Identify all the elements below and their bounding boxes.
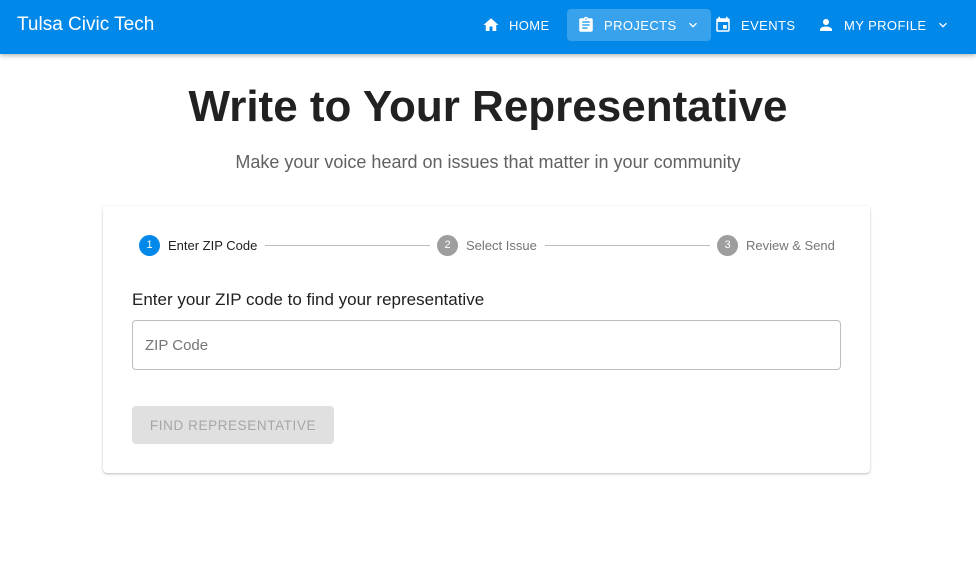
step-label: Review & Send bbox=[746, 237, 835, 253]
chevron-down-icon bbox=[935, 17, 951, 33]
home-icon bbox=[482, 16, 500, 34]
step-number: 1 bbox=[139, 234, 160, 256]
person-icon bbox=[817, 16, 835, 34]
step-connector bbox=[545, 245, 710, 246]
step-number: 3 bbox=[717, 234, 738, 256]
nav-profile-label: MY PROFILE bbox=[844, 17, 927, 33]
nav-projects-button[interactable]: PROJECTS bbox=[567, 9, 711, 41]
step-review-send: 3 Review & Send bbox=[717, 234, 835, 256]
calendar-icon bbox=[714, 16, 732, 34]
step-label: Enter ZIP Code bbox=[168, 237, 258, 253]
zip-field[interactable] bbox=[132, 320, 841, 370]
page-subtitle: Make your voice heard on issues that mat… bbox=[235, 152, 741, 172]
nav-home-label: HOME bbox=[509, 17, 550, 33]
page-title: Write to Your Representative bbox=[188, 82, 788, 131]
chevron-down-icon bbox=[685, 17, 701, 33]
nav-profile-button[interactable]: MY PROFILE bbox=[807, 9, 961, 41]
nav-events-button[interactable]: EVENTS bbox=[704, 9, 805, 41]
find-representative-button[interactable]: FIND REPRESENTATIVE bbox=[132, 406, 334, 444]
nav-projects-label: PROJECTS bbox=[604, 17, 677, 33]
letter-wizard-card: 1 Enter ZIP Code 2 Select Issue 3 Review… bbox=[103, 206, 870, 473]
step-number: 2 bbox=[437, 234, 458, 256]
zip-prompt: Enter your ZIP code to find your represe… bbox=[132, 290, 485, 309]
brand-title[interactable]: Tulsa Civic Tech bbox=[17, 13, 154, 37]
zip-input[interactable] bbox=[133, 321, 840, 369]
step-label: Select Issue bbox=[466, 237, 537, 253]
step-select-issue: 2 Select Issue bbox=[437, 234, 537, 256]
step-enter-zip: 1 Enter ZIP Code bbox=[139, 234, 257, 256]
app-bar: Tulsa Civic Tech HOME PROJECTS EVENTS MY… bbox=[0, 0, 976, 54]
clipboard-icon bbox=[577, 16, 595, 34]
step-connector bbox=[265, 245, 430, 246]
nav-home-button[interactable]: HOME bbox=[472, 9, 560, 41]
nav-events-label: EVENTS bbox=[741, 17, 796, 33]
